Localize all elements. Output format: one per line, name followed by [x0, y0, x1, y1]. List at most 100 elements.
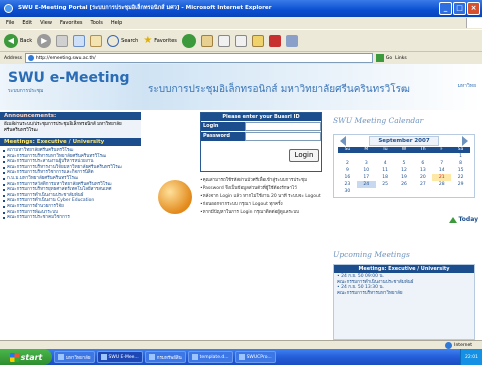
window-title: SWU E-Meeting Portal [ระบบการประชุมอิเล็… [18, 5, 272, 11]
calendar-date[interactable]: 3 [357, 160, 376, 167]
media-icon[interactable] [181, 33, 196, 48]
toolbar: ◀ Back ▶ Search ★ Favorites [0, 29, 482, 51]
calendar-date [432, 188, 451, 195]
messenger-icon[interactable] [268, 34, 281, 47]
menu-help[interactable]: Help [111, 20, 122, 26]
password-label: Password [201, 132, 245, 141]
taskbar-item[interactable]: SWU E-Mee... [96, 351, 143, 363]
calendar-date[interactable]: 28 [432, 181, 451, 188]
menu-view[interactable]: View [40, 20, 52, 26]
clock: 22:01 [465, 354, 478, 360]
calendar-date[interactable]: 15 [451, 167, 470, 174]
taskbar-item[interactable]: มหาวิทยาลัย [54, 351, 95, 363]
calendar-date[interactable]: 10 [357, 167, 376, 174]
password-input[interactable] [245, 132, 321, 141]
menu-file[interactable]: File [6, 20, 14, 26]
upcoming-item[interactable]: คณะกรรมการบริหารมหาวิทยาลัย [337, 291, 471, 297]
calendar-date[interactable]: 7 [432, 160, 451, 167]
login-box: Please enter your Buasri ID Login Passwo… [200, 112, 322, 172]
site-title: ระบบการประชุมอิเล็กทรอนิกส์ มหาวิทยาลัยศ… [148, 84, 410, 95]
calendar-date[interactable]: 29 [451, 181, 470, 188]
prev-month-icon[interactable] [340, 136, 346, 146]
calendar-date[interactable]: 5 [395, 160, 414, 167]
address-url: http://emeeting.swu.ac.th/ [35, 55, 96, 61]
calendar-date[interactable]: 4 [376, 160, 395, 167]
taskbar-item[interactable]: SWUCPro... [234, 351, 276, 363]
menu-favorites[interactable]: Favorites [60, 20, 83, 26]
forward-button[interactable]: ▶ [37, 33, 52, 48]
calendar-date[interactable]: 20 [413, 174, 432, 181]
calendar-date [395, 188, 414, 195]
home-icon[interactable] [90, 34, 103, 47]
start-button[interactable]: start [0, 349, 52, 365]
taskbar-item[interactable]: กรมทรัพย์สิน [144, 351, 186, 363]
menu-tools[interactable]: Tools [91, 20, 103, 26]
taskbar-item[interactable]: template.d... [187, 351, 233, 363]
calendar-date[interactable]: 25 [376, 181, 395, 188]
calendar-date[interactable]: 19 [395, 174, 414, 181]
calendar-date[interactable]: 1 [451, 153, 470, 160]
calendar-date[interactable]: 11 [376, 167, 395, 174]
refresh-icon[interactable] [73, 34, 86, 47]
site-logo[interactable]: SWU e-Meeting ระบบการประชุม [8, 70, 129, 95]
discuss-icon[interactable] [285, 34, 298, 47]
lock-key-icon [158, 180, 192, 214]
next-month-icon[interactable] [461, 136, 468, 146]
go-label: Go [385, 55, 393, 61]
calendar-date [357, 153, 376, 160]
calendar-date[interactable]: 21 [432, 174, 452, 181]
calendar-date[interactable]: 13 [413, 167, 432, 174]
calendar-date[interactable]: 6 [413, 160, 432, 167]
calendar-date[interactable]: 9 [338, 167, 357, 174]
links-button[interactable]: Links [395, 56, 407, 61]
calendar-date [451, 188, 470, 195]
note-text: •หลังจาก Login แล้ว หากไม่ใช้งาน 20 นาที… [200, 194, 321, 199]
close-button[interactable]: × [467, 2, 480, 15]
menu-edit[interactable]: Edit [22, 20, 32, 26]
meeting-link[interactable]: คณะกรรมการประชาคมวิชาการ [3, 215, 138, 221]
announcements-heading: Announcements: [0, 112, 141, 120]
stop-icon[interactable] [56, 34, 69, 47]
address-bar: Address http://emeeting.swu.ac.th/ Go Li… [0, 51, 482, 64]
calendar-date[interactable]: 24 [356, 181, 376, 188]
calendar-date[interactable]: 27 [413, 181, 432, 188]
calendar-date[interactable]: 16 [338, 174, 357, 181]
calendar-date[interactable]: 2 [338, 160, 357, 167]
calendar-date[interactable]: 8 [451, 160, 470, 167]
history-icon[interactable] [200, 34, 213, 47]
address-input[interactable]: http://emeeting.swu.ac.th/ [24, 53, 373, 63]
username-input[interactable] [245, 122, 321, 131]
calendar-date[interactable]: 23 [338, 181, 357, 188]
go-button[interactable]: Go [375, 54, 393, 62]
note-text: •คุณสามารถใช้รหัสผ่านบัวศรีเพื่อเข้าสู่ร… [200, 178, 308, 183]
maximize-button[interactable]: □ [453, 2, 466, 15]
security-zone: Internet [445, 341, 472, 349]
calendar-date[interactable]: 17 [357, 174, 376, 181]
zone-label: Internet [454, 342, 472, 348]
print-icon[interactable] [234, 34, 247, 47]
calendar-date[interactable]: 12 [395, 167, 414, 174]
taskbar: start มหาวิทยาลัย SWU E-Mee... กรมทรัพย์… [0, 349, 482, 365]
today-label: Today [458, 216, 479, 223]
calendar-date[interactable]: 14 [432, 167, 451, 174]
today-button[interactable]: Today [448, 216, 479, 223]
calendar-date [357, 188, 376, 195]
login-button[interactable]: Login [289, 149, 319, 162]
calendar-date [395, 153, 414, 160]
calendar-date[interactable]: 26 [395, 181, 414, 188]
meetings-heading: Meetings: Executive / University [0, 138, 141, 146]
calendar-date [376, 153, 395, 160]
calendar-date[interactable]: 22 [451, 174, 470, 181]
back-button[interactable]: ◀ Back [4, 33, 32, 48]
announcement-text: อีเมล์ผ่านระบบ/ประชุมการประชุมอิเล็กทรอน… [0, 120, 141, 138]
minimize-button[interactable]: _ [439, 2, 452, 15]
calendar-title: SWU Meeting Calendar [333, 116, 424, 125]
folder-icon[interactable] [251, 34, 264, 47]
calendar-date[interactable]: 18 [376, 174, 395, 181]
calendar-date[interactable]: 30 [338, 188, 357, 195]
site-title-right: มหาวิทย [457, 83, 476, 89]
mail-icon[interactable] [217, 34, 230, 47]
search-button[interactable]: Search [107, 34, 138, 47]
calendar-grid: Su M Tu W Th F Sa 1 2 3 4 5 6 7 8 9 10 11 12 13 14 15 16 17 18 19… [334, 147, 474, 195]
favorites-button[interactable]: ★ Favorites [143, 35, 177, 46]
